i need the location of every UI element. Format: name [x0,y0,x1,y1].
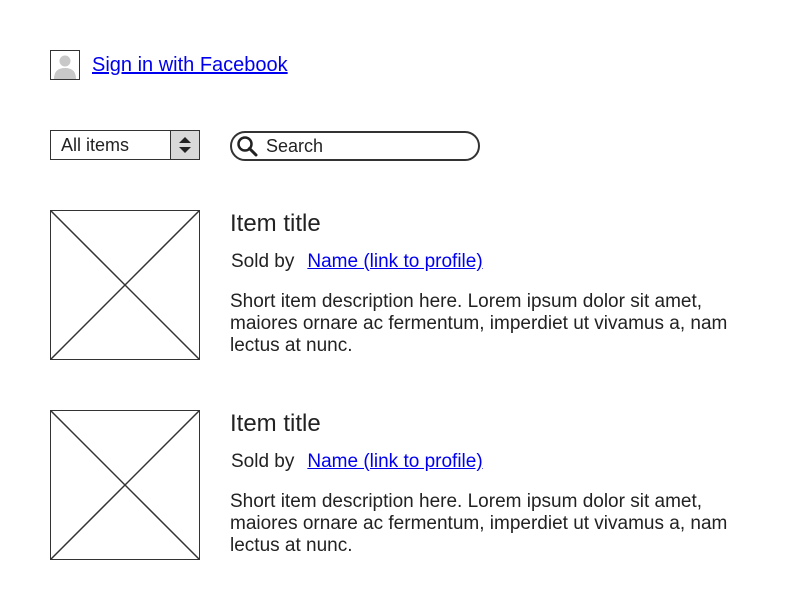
image-placeholder-icon[interactable] [50,410,200,560]
item-title[interactable]: Item title [230,210,321,238]
filter-selected-value: All items [61,135,130,155]
search-icon [236,135,258,157]
signin-facebook-link[interactable]: Sign in with Facebook [92,54,288,77]
seller-profile-link[interactable]: Name (link to profile) [307,450,482,474]
page: Sign in with Facebook All items Search I… [0,0,800,600]
image-placeholder-icon[interactable] [50,210,200,360]
sold-by-row: Sold by Name (link to profile) [231,450,483,474]
sold-by-row: Sold by Name (link to profile) [231,250,483,274]
list-item: Item title Sold by Name (link to profile… [50,410,750,560]
search-input[interactable] [266,135,466,157]
sold-by-label: Sold by [231,251,295,272]
signin-row: Sign in with Facebook [50,50,288,80]
seller-profile-link[interactable]: Name (link to profile) [307,250,482,274]
user-placeholder-icon [50,50,80,80]
item-filter-select[interactable]: All items [50,130,200,160]
search-box[interactable] [230,131,480,161]
sold-by-label: Sold by [231,451,295,472]
updown-arrows-icon[interactable] [170,131,199,159]
item-description: Short item description here. Lorem ipsum… [230,291,728,356]
item-description: Short item description here. Lorem ipsum… [230,491,728,556]
item-title[interactable]: Item title [230,410,321,438]
list-item: Item title Sold by Name (link to profile… [50,210,750,360]
